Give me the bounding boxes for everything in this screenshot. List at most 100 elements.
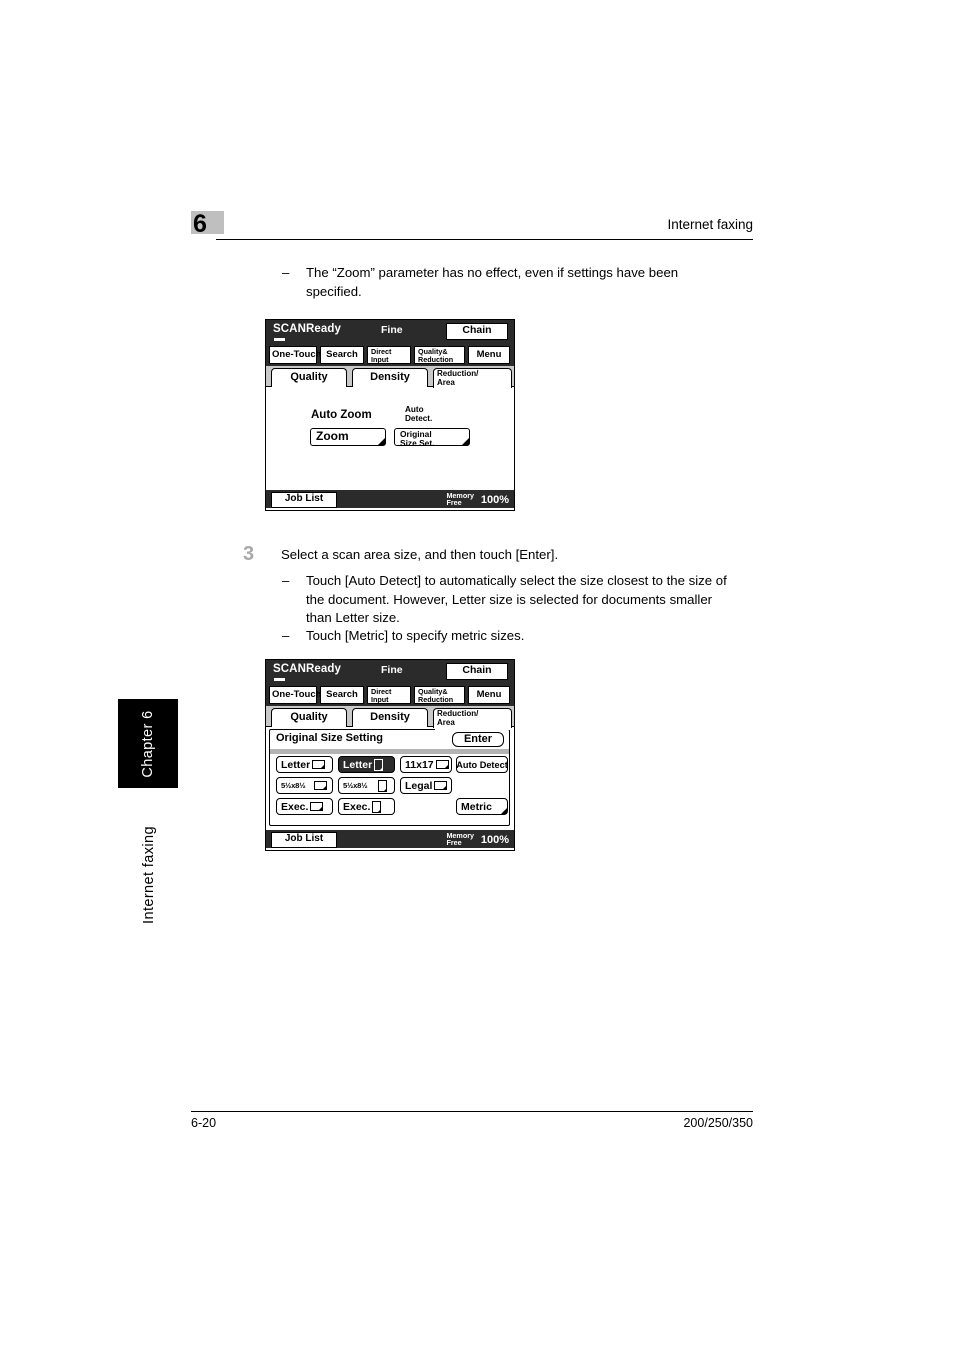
- zoom-button-label: Zoom: [316, 429, 349, 443]
- tab-quality[interactable]: Quality: [271, 368, 347, 387]
- tab-reduction-area-line2: Area: [437, 377, 455, 387]
- chapter-tab-label: Chapter 6: [140, 709, 156, 778]
- tab-density[interactable]: Density: [352, 708, 428, 727]
- lcd-status-bar: SCANReady Fine Chain One-Touch Search Di…: [266, 660, 514, 706]
- chain-button[interactable]: Chain: [446, 323, 508, 340]
- footer-divider: [191, 1111, 753, 1112]
- page-portrait-icon: [372, 800, 382, 813]
- auto-detect-button[interactable]: Auto Detect: [456, 756, 508, 773]
- folded-corner-icon: [378, 438, 385, 445]
- memory-free-label: Memory Free: [446, 832, 474, 847]
- size-button-label: 5½x8½: [343, 780, 368, 790]
- dialog-separator: [270, 749, 509, 754]
- menu-button[interactable]: Menu: [468, 685, 510, 704]
- bullet-text: The “Zoom” parameter has no effect, even…: [306, 265, 679, 299]
- header-divider: [216, 239, 753, 240]
- job-list-button[interactable]: Job List: [271, 832, 337, 848]
- step-3-bullet-metric: – Touch [Metric] to specify metric sizes…: [282, 627, 734, 646]
- lcd-menu-button-row: One-Touch Search Direct Input Quality& R…: [266, 684, 514, 705]
- size-button-label: Legal: [405, 779, 433, 792]
- memory-free-percent: 100%: [480, 834, 509, 846]
- footer-model: 200/250/350: [683, 1116, 753, 1130]
- original-size-set-line2: Size Set.: [400, 437, 435, 448]
- memory-free-label: Memory Free: [446, 492, 474, 507]
- step-3-bullet-auto-detect: – Touch [Auto Detect] to automatically s…: [282, 572, 734, 628]
- bullet-text: Touch [Auto Detect] to automatically sel…: [306, 573, 727, 625]
- tab-reduction-area[interactable]: Reduction/ Area: [433, 708, 512, 730]
- search-button[interactable]: Search: [320, 345, 364, 364]
- lcd-resolution-mode: Fine: [381, 324, 403, 336]
- menu-button[interactable]: Menu: [468, 345, 510, 364]
- tab-reduction-area[interactable]: Reduction/ Area: [433, 368, 512, 390]
- lcd-status-underline-icon: [274, 678, 285, 681]
- metric-button-label: Metric: [461, 800, 492, 813]
- tab-density[interactable]: Density: [352, 368, 428, 387]
- lcd-tab-strip: Quality Density Reduction/ Area: [266, 706, 514, 730]
- memory-free-percent: 100%: [480, 494, 509, 506]
- search-button[interactable]: Search: [320, 685, 364, 704]
- page-landscape-icon: [434, 781, 448, 790]
- direct-input-button[interactable]: Direct Input: [367, 685, 411, 704]
- bullet-dash: –: [282, 628, 290, 643]
- auto-detect-label: Auto Detect.: [405, 405, 433, 424]
- header-running-title: Internet faxing: [667, 217, 753, 232]
- tab-quality[interactable]: Quality: [271, 708, 347, 727]
- page-header: 6 Internet faxing: [191, 210, 753, 245]
- step-3-number: 3: [243, 543, 255, 565]
- size-button-executive-landscape[interactable]: Exec.: [276, 798, 333, 815]
- auto-detect-label-line2: Detect.: [405, 413, 433, 423]
- bullet-dash: –: [282, 573, 290, 588]
- folded-corner-icon: [462, 438, 469, 445]
- size-button-executive-portrait[interactable]: Exec.: [338, 798, 395, 815]
- size-button-half-letter-landscape[interactable]: 5½x8½: [276, 777, 333, 794]
- quality-reduction-line2: Reduction: [418, 354, 454, 364]
- size-button-label: 5½x8½: [281, 780, 306, 790]
- size-button-grid: Letter Letter 11x17 Auto Detect 5½x8½ 5½…: [270, 756, 509, 826]
- quality-reduction-button[interactable]: Quality& Reduction: [414, 685, 465, 704]
- original-size-set-button[interactable]: Original Size Set.: [394, 428, 470, 448]
- lcd-tab-strip: Quality Density Reduction/ Area: [266, 366, 514, 390]
- auto-zoom-label: Auto Zoom: [311, 409, 372, 421]
- direct-input-line2: Input: [371, 354, 389, 364]
- job-list-button[interactable]: Job List: [271, 492, 337, 508]
- size-button-half-letter-portrait[interactable]: 5½x8½: [338, 777, 395, 794]
- page-landscape-icon: [435, 760, 449, 769]
- enter-button[interactable]: Enter: [452, 732, 504, 747]
- lcd-panel-original-size-setting: SCANReady Fine Chain One-Touch Search Di…: [265, 659, 515, 851]
- note-bullet-zoom: – The “Zoom” parameter has no effect, ev…: [282, 264, 734, 301]
- original-size-setting-dialog: Original Size Setting Enter Letter Lette…: [269, 729, 510, 826]
- folded-corner-icon: [501, 808, 507, 814]
- size-button-11x17-landscape[interactable]: 11x17: [400, 756, 452, 773]
- memory-free-line2: Free: [446, 497, 462, 507]
- page-landscape-icon: [314, 781, 328, 790]
- size-button-letter-landscape[interactable]: Letter: [276, 756, 333, 773]
- footer-page-number: 6-20: [191, 1116, 217, 1130]
- bullet-text: Touch [Metric] to specify metric sizes.: [306, 628, 525, 643]
- lcd-content-area: Auto Zoom Auto Detect. Zoom Original Siz…: [266, 387, 514, 490]
- chapter-tab: Chapter 6: [118, 699, 178, 788]
- page-landscape-icon: [312, 760, 326, 769]
- direct-input-line2: Input: [371, 694, 389, 704]
- direct-input-button[interactable]: Direct Input: [367, 345, 411, 364]
- auto-detect-button-label: Auto Detect: [456, 759, 508, 770]
- lcd-content-area: Original Size Setting Enter Letter Lette…: [266, 727, 514, 830]
- size-button-label: 11x17: [405, 758, 434, 771]
- dialog-title: Original Size Setting: [276, 732, 383, 744]
- lcd-status-text: SCANReady: [273, 323, 342, 335]
- quality-reduction-button[interactable]: Quality& Reduction: [414, 345, 465, 364]
- metric-button[interactable]: Metric: [456, 798, 508, 815]
- lcd-bottom-bar: Job List Memory Free 100%: [266, 490, 514, 508]
- size-button-legal-landscape[interactable]: Legal: [400, 777, 452, 794]
- lcd-resolution-mode: Fine: [381, 664, 403, 676]
- zoom-button[interactable]: Zoom: [310, 428, 386, 446]
- one-touch-button[interactable]: One-Touch: [269, 345, 321, 364]
- chain-button[interactable]: Chain: [446, 663, 508, 680]
- size-button-label: Exec.: [343, 800, 371, 813]
- sidebar-running-title-label: Internet faxing: [141, 826, 157, 924]
- memory-free-line2: Free: [446, 837, 462, 847]
- chapter-number: 6: [193, 210, 207, 238]
- tab-reduction-area-line2: Area: [437, 717, 455, 727]
- size-button-letter-portrait[interactable]: Letter: [338, 756, 395, 773]
- one-touch-button[interactable]: One-Touch: [269, 685, 321, 704]
- size-button-label: Letter: [281, 758, 311, 771]
